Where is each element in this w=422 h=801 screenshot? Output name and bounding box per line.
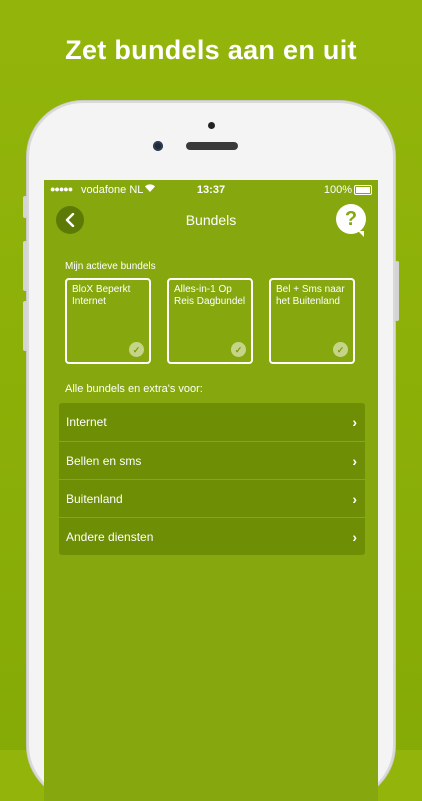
- bundle-card[interactable]: BloX Beperkt Internet ✓: [65, 278, 151, 364]
- bundle-card[interactable]: Alles-in-1 Op Reis Dagbundel ✓: [167, 278, 253, 364]
- bundle-card[interactable]: Bel + Sms naar het Buitenland ✓: [269, 278, 355, 364]
- phone-frame: ●●●●● vodafone NL 13:37 100% Bundels ? M…: [23, 101, 399, 801]
- category-item-buitenland[interactable]: Buitenland ›: [59, 479, 365, 517]
- category-label: Bellen en sms: [66, 453, 142, 468]
- active-bundles-list: BloX Beperkt Internet ✓ Alles-in-1 Op Re…: [65, 278, 359, 368]
- help-button[interactable]: ?: [336, 204, 366, 237]
- status-bar: ●●●●● vodafone NL 13:37 100%: [44, 180, 378, 200]
- mute-switch: [23, 196, 27, 218]
- battery-icon: [354, 185, 372, 195]
- category-item-andere-diensten[interactable]: Andere diensten ›: [59, 517, 365, 555]
- bundle-category-list: Internet › Bellen en sms › Buitenland › …: [59, 403, 365, 555]
- volume-down-button: [23, 301, 27, 351]
- category-label: Buitenland: [66, 491, 123, 506]
- page-title: Bundels: [185, 212, 237, 228]
- proximity-sensor: [208, 122, 215, 129]
- all-bundles-label: Alle bundels en extra's voor:: [65, 383, 203, 395]
- earpiece-speaker: [186, 142, 238, 150]
- category-label: Andere diensten: [66, 529, 154, 544]
- bundle-card-name: Bel + Sms naar het Buitenland: [276, 284, 345, 307]
- chevron-right-icon: ›: [352, 414, 357, 430]
- front-camera: [153, 141, 163, 151]
- bundle-card-name: Alles-in-1 Op Reis Dagbundel: [174, 284, 246, 307]
- volume-up-button: [23, 241, 27, 291]
- app-screen: ●●●●● vodafone NL 13:37 100% Bundels ? M…: [44, 180, 378, 801]
- battery-percent: 100%: [323, 184, 352, 196]
- chevron-right-icon: ›: [352, 528, 357, 545]
- check-icon: ✓: [333, 342, 348, 357]
- category-label: Internet: [66, 415, 107, 429]
- check-icon: ✓: [129, 342, 144, 357]
- power-button: [395, 261, 399, 321]
- bundle-card-name: BloX Beperkt Internet: [72, 284, 131, 307]
- check-icon: ✓: [231, 342, 246, 357]
- chevron-right-icon: ›: [352, 452, 357, 469]
- chevron-right-icon: ›: [352, 490, 357, 507]
- promo-headline: Zet bundels aan en uit: [65, 35, 357, 65]
- category-item-internet[interactable]: Internet ›: [59, 403, 365, 441]
- nav-bar: Bundels ?: [44, 202, 378, 242]
- active-bundles-label: Mijn actieve bundels: [65, 261, 156, 272]
- category-item-bellen-sms[interactable]: Bellen en sms ›: [59, 441, 365, 479]
- help-icon: ?: [344, 207, 358, 230]
